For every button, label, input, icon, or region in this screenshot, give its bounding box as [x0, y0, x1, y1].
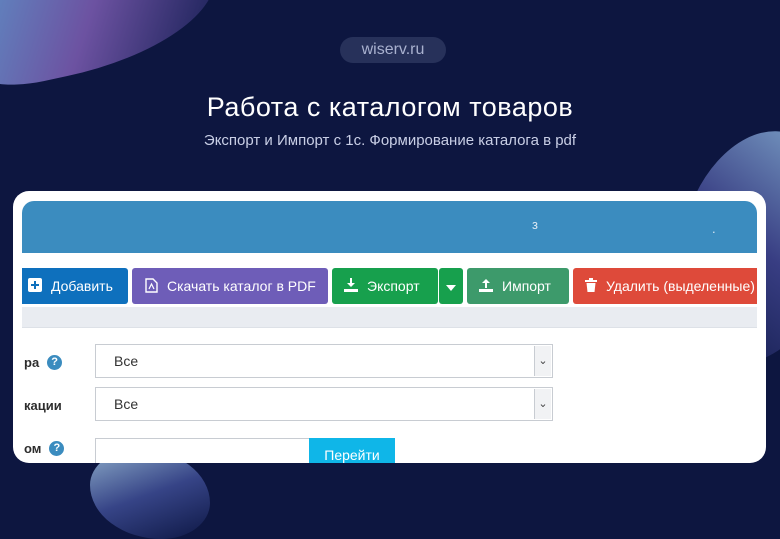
publication-filter-select[interactable]: Все ⌄ — [95, 387, 553, 421]
decor-glass-shape-top-left — [0, 0, 229, 96]
filter-select-value: Все — [114, 353, 139, 369]
download-pdf-button-label: Скачать каталог в PDF — [167, 278, 316, 294]
publication-filter-select-value: Все — [114, 396, 139, 412]
chevron-down-icon[interactable]: ⌄ — [534, 389, 551, 419]
export-button[interactable]: Экспорт — [332, 268, 438, 304]
header-text-fragment: з — [532, 217, 538, 232]
toolbar-divider-strip — [22, 307, 757, 328]
search-row-label: ом ? — [24, 441, 65, 456]
upload-icon — [479, 278, 493, 294]
download-icon — [344, 278, 358, 294]
import-button-label: Импорт — [502, 278, 551, 294]
page-title: Работа с каталогом товаров — [206, 92, 574, 122]
publication-filter-label-text: кации — [24, 398, 62, 413]
question-circle-icon[interactable]: ? — [49, 441, 65, 456]
publication-filter-label: кации — [24, 398, 62, 413]
pdf-file-icon — [144, 277, 158, 295]
trash-icon — [585, 278, 597, 294]
delete-selected-button-label: Удалить (выделенные) — [606, 278, 755, 294]
caret-down-icon — [446, 278, 456, 294]
chevron-down-icon[interactable]: ⌄ — [534, 346, 551, 376]
search-input[interactable] — [95, 438, 310, 463]
header-text-fragment: . — [712, 221, 716, 236]
add-button-label: Добавить — [51, 278, 113, 294]
search-row-label-text: ом — [24, 441, 42, 456]
download-pdf-button[interactable]: Скачать каталог в PDF — [132, 268, 328, 304]
go-button[interactable]: Перейти — [309, 438, 395, 463]
site-domain-pill[interactable]: wiserv.ru — [340, 37, 446, 63]
toolbar: Добавить Скачать каталог в PDF Экспорт И… — [22, 268, 757, 304]
page-subtitle: Экспорт и Импорт с 1с. Формирование ката… — [203, 132, 577, 149]
import-button[interactable]: Импорт — [467, 268, 569, 304]
export-dropdown-toggle[interactable] — [439, 268, 463, 304]
filter-label-text: ра — [24, 355, 40, 370]
delete-selected-button[interactable]: Удалить (выделенные) — [573, 268, 757, 304]
export-button-label: Экспорт — [367, 278, 420, 294]
add-button[interactable]: Добавить — [22, 268, 128, 304]
app-header-bar: з . — [22, 201, 757, 253]
filter-label: ра ? — [24, 355, 63, 370]
question-circle-icon[interactable]: ? — [47, 355, 63, 370]
screenshot-card: з . Добавить Скачать каталог в PDF Экспо… — [13, 191, 766, 463]
filter-select[interactable]: Все ⌄ — [95, 344, 553, 378]
plus-square-icon — [28, 278, 42, 294]
app-screenshot: з . Добавить Скачать каталог в PDF Экспо… — [22, 201, 757, 463]
